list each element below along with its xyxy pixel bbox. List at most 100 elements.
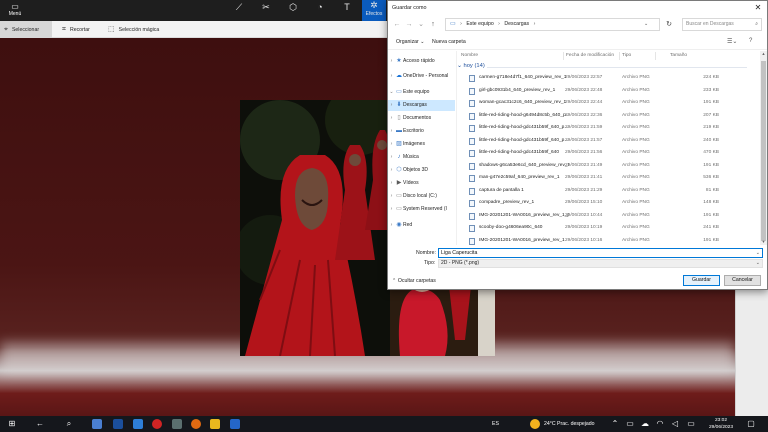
file-row[interactable]: IMG-20201201-WA0016_preview_rev_1_pr... 2… [457, 210, 757, 223]
view-options-icon[interactable]: ☰⌄ [727, 38, 737, 45]
app-icon[interactable] [113, 419, 123, 429]
computer-icon: ▭ [396, 89, 402, 95]
file-row[interactable]: shadows-g6ca53e6cd_640_preview_rev_1 29/0… [457, 160, 757, 173]
stickers-tool[interactable]: ◔ [309, 2, 331, 19]
tree-item-quick-access[interactable]: › ★Acceso rápido [388, 56, 455, 67]
file-row[interactable]: carmen-g718e4d7f1_640_preview_rev_1 29/06… [457, 72, 757, 85]
tree-item-3d-objects[interactable]: › ⬡Objetos 3D [388, 165, 455, 176]
column-header-name[interactable]: Nombre [461, 51, 478, 61]
file-row[interactable]: little-red-riding-hood-gdc431b59f_640_p.… [457, 135, 757, 148]
select-button[interactable]: ⌖ Seleccionar [0, 21, 52, 38]
app-icon[interactable] [172, 419, 182, 429]
filetype-value: 2D - PNG (*.png) [441, 260, 480, 266]
text-tool[interactable]: T [336, 2, 358, 19]
battery-icon[interactable]: ▭ [686, 419, 696, 429]
file-row[interactable]: girl-gbc0931b4_640_preview_rev_1 29/06/20… [457, 85, 757, 98]
tree-item-this-pc[interactable]: ⌄ ▭Este equipo [388, 87, 455, 98]
file-row[interactable]: woman-gcac31c2c6_640_preview_rev_1 29/06/… [457, 97, 757, 110]
filename-input[interactable]: Liga Caperucita ⌄ [438, 248, 763, 258]
app-icon[interactable] [230, 419, 240, 429]
notification-icon[interactable]: ▢ [746, 419, 756, 429]
windows-start-icon[interactable]: ⊞ [7, 419, 17, 429]
file-row[interactable]: little-red-riding-hood-g6494d8c5b_640_p.… [457, 110, 757, 123]
language-indicator[interactable]: ES [492, 416, 499, 432]
filetype-select[interactable]: 2D - PNG (*.png) ⌄ [438, 259, 763, 268]
chevron-down-icon: ⌄ [755, 260, 760, 266]
shapes-2d-tool[interactable]: ✂ [255, 2, 277, 19]
png-file-icon [469, 100, 475, 107]
crop-button[interactable]: ⌗ Recortar [58, 21, 108, 38]
close-icon[interactable]: ✕ [751, 2, 765, 14]
weather-text[interactable]: 24°C Prac. despejado [544, 416, 595, 432]
tree-label: Escritorio [403, 128, 424, 134]
address-bar[interactable]: ▭ › Este equipo › Descargas › ⌄ [445, 18, 660, 31]
paint-3d-app-icon[interactable] [92, 419, 102, 429]
help-icon[interactable]: ? [749, 38, 752, 44]
file-row[interactable]: captura de pantalla 1 29/06/2023 21:29 Arc… [457, 185, 757, 198]
tree-item-videos[interactable]: › ▶ Vídeos [388, 178, 455, 189]
file-row[interactable]: little-red-riding-hood-gdc431b59f_640_p.… [457, 122, 757, 135]
breadcrumb-this-pc[interactable]: Este equipo [466, 21, 493, 27]
group-header-today[interactable]: ⌄ hoy (14) [457, 63, 747, 69]
save-button[interactable]: Guardar [683, 275, 720, 286]
column-divider[interactable] [655, 52, 656, 60]
organize-button[interactable]: Organizar ⌄ [396, 37, 425, 47]
column-header-type[interactable]: Tipo [622, 51, 631, 61]
new-folder-button[interactable]: Nueva carpeta [432, 37, 466, 47]
tree-item-network[interactable]: › ◉Red [388, 220, 455, 231]
back-arrow-icon[interactable]: ← [35, 419, 45, 429]
folder-icon: ▭ [11, 2, 19, 11]
column-divider[interactable] [563, 52, 564, 60]
column-divider[interactable] [619, 52, 620, 60]
scrollbar-thumb[interactable] [761, 61, 766, 241]
tree-item-system-reserved[interactable]: › ▭System Reserved (I [388, 204, 455, 215]
app-icon[interactable] [133, 419, 143, 429]
tree-item-music[interactable]: › ♪ Música [388, 152, 455, 163]
scroll-down-icon[interactable]: ▼ [760, 239, 767, 245]
forward-arrow-icon[interactable]: → [404, 19, 414, 30]
file-row[interactable]: IMG-20201201-WA0016_preview_rev_1 29/06/2… [457, 235, 757, 248]
column-header-date[interactable]: Fecha de modificación [566, 51, 614, 61]
firefox-icon[interactable] [191, 419, 201, 429]
menu-button[interactable]: ▭ Menú [4, 2, 26, 20]
file-row[interactable]: little-red-riding-hood-gdc431b59f_640 29/… [457, 147, 757, 160]
wifi-icon[interactable]: ◠ [655, 419, 665, 429]
cloud-icon[interactable]: ☁ [640, 419, 650, 429]
tree-item-local-disk[interactable]: › ▭Disco local (C:) [388, 191, 455, 202]
chevron-down-icon[interactable]: ⌄ [644, 19, 648, 30]
tree-item-onedrive[interactable]: › ☁OneDrive - Personal [388, 71, 455, 82]
file-explorer-icon[interactable] [210, 419, 220, 429]
file-type: Archivo PNG [622, 212, 650, 218]
magic-select-button[interactable]: ⬚ Selección mágica [104, 21, 174, 38]
up-arrow-icon[interactable]: ↑ [428, 19, 438, 30]
back-arrow-icon[interactable]: ← [392, 19, 402, 30]
brushes-tool[interactable]: ⟋ [228, 2, 250, 19]
shapes-3d-tool[interactable]: ⬡ [282, 2, 304, 19]
file-row[interactable]: scooby-doo-g4606ea90c_640 29/06/2023 10:1… [457, 222, 757, 235]
tree-item-documents[interactable]: › ▯ Documentos [388, 113, 455, 124]
tree-item-pictures[interactable]: › ▨Imágenes [388, 139, 455, 150]
chevron-up-icon[interactable]: ⌃ [610, 419, 620, 429]
chevron-down-icon[interactable]: ⌄ [756, 249, 760, 257]
file-row[interactable]: man-g47e2c59af_640_preview_rev_1 29/06/20… [457, 172, 757, 185]
search-input[interactable]: Buscar en Descargas ⌕ [682, 18, 762, 31]
file-list-scrollbar[interactable]: ▲ ▼ [760, 51, 767, 245]
scroll-up-icon[interactable]: ▲ [760, 51, 767, 57]
breadcrumb-downloads[interactable]: Descargas [504, 21, 529, 27]
search-icon: ⌕ [755, 21, 758, 27]
tree-item-downloads[interactable]: › ⬇Descargas [388, 100, 455, 111]
recent-dropdown-icon[interactable]: ⌄ [416, 19, 426, 30]
opera-icon[interactable] [152, 419, 162, 429]
tree-item-desktop[interactable]: › ▬Escritorio [388, 126, 455, 137]
volume-icon[interactable]: ◁ [670, 419, 680, 429]
refresh-icon[interactable]: ↻ [664, 19, 674, 30]
hide-folders-toggle[interactable]: ⌃ Ocultar carpetas [392, 278, 436, 284]
file-row[interactable]: compadre_preview_rev_1 29/06/2023 15:10 Ar… [457, 197, 757, 210]
effects-tool[interactable]: ✲ Efectos [362, 0, 386, 21]
column-header-size[interactable]: Tamaño [670, 51, 687, 61]
network-icon: ◉ [396, 222, 402, 228]
clock[interactable]: 23:02 29/06/2023 [702, 417, 740, 431]
cancel-button[interactable]: Cancelar [724, 275, 761, 286]
network-icon[interactable]: ▭ [625, 419, 635, 429]
search-icon[interactable]: ⌕ [64, 419, 74, 429]
